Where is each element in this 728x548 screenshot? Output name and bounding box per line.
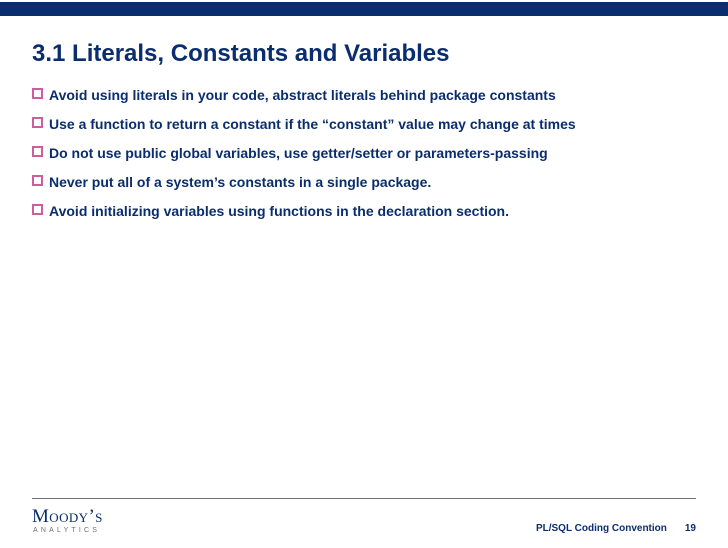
square-bullet-icon — [32, 175, 43, 186]
list-item: Never put all of a system’s constants in… — [32, 173, 696, 192]
footer-row: Moody’s ANALYTICS PL/SQL Coding Conventi… — [32, 507, 696, 534]
logo-sub-text: ANALYTICS — [33, 527, 103, 534]
top-band — [0, 2, 728, 16]
bullet-text: Do not use public global variables, use … — [49, 144, 548, 163]
slide-title: 3.1 Literals, Constants and Variables — [32, 40, 696, 68]
bullet-text: Use a function to return a constant if t… — [49, 115, 576, 134]
bullet-list: Avoid using literals in your code, abstr… — [32, 86, 696, 220]
footer-divider — [32, 498, 696, 499]
square-bullet-icon — [32, 204, 43, 215]
page-number: 19 — [685, 523, 696, 534]
square-bullet-icon — [32, 117, 43, 128]
list-item: Avoid initializing variables using funct… — [32, 202, 696, 221]
doc-title: PL/SQL Coding Convention — [536, 523, 667, 534]
bullet-text: Avoid using literals in your code, abstr… — [49, 86, 556, 105]
list-item: Use a function to return a constant if t… — [32, 115, 696, 134]
bullet-text: Avoid initializing variables using funct… — [49, 202, 509, 221]
slide-content: 3.1 Literals, Constants and Variables Av… — [0, 16, 728, 220]
logo: Moody’s ANALYTICS — [32, 507, 103, 534]
footer: Moody’s ANALYTICS PL/SQL Coding Conventi… — [0, 498, 728, 548]
footer-right: PL/SQL Coding Convention 19 — [536, 523, 696, 534]
bullet-text: Never put all of a system’s constants in… — [49, 173, 431, 192]
list-item: Do not use public global variables, use … — [32, 144, 696, 163]
square-bullet-icon — [32, 146, 43, 157]
square-bullet-icon — [32, 88, 43, 99]
logo-main-text: Moody’s — [32, 507, 103, 526]
list-item: Avoid using literals in your code, abstr… — [32, 86, 696, 105]
